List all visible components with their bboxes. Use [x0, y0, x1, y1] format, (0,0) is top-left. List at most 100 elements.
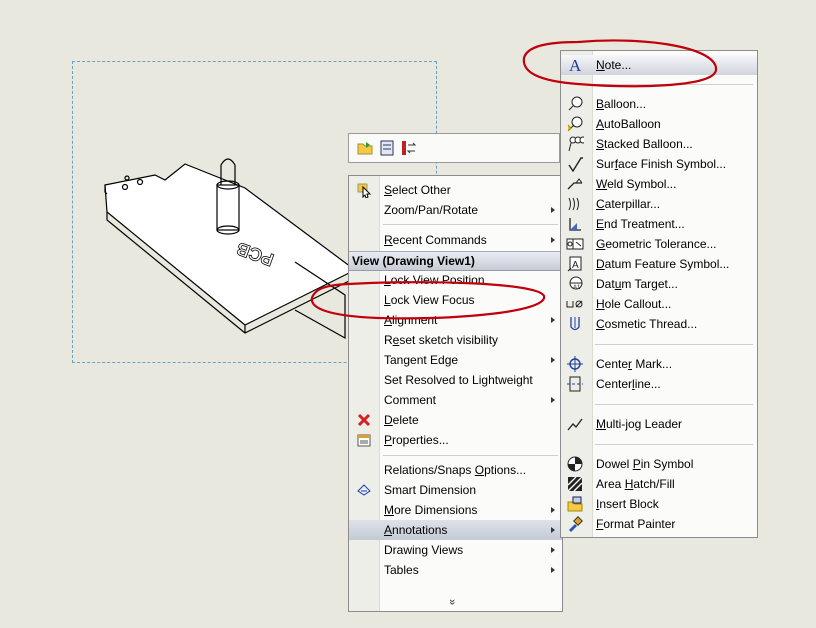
- datum-feature-icon: A: [566, 256, 584, 272]
- surface-finish-icon: [566, 156, 584, 172]
- sub-item-weld-symbol[interactable]: Weld Symbol...: [561, 174, 757, 194]
- sub-item-label: Area Hatch/Fill: [596, 477, 675, 491]
- sub-item-end-treatment[interactable]: End Treatment...: [561, 214, 757, 234]
- menu-separator: [595, 444, 753, 445]
- sub-item-centerline[interactable]: Centerline...: [561, 374, 757, 394]
- menu-item-label: Tables: [384, 563, 419, 577]
- zoom-sheet-icon[interactable]: [377, 138, 397, 158]
- menu-separator: [383, 455, 558, 456]
- menu-item-label: Annotations: [384, 523, 448, 537]
- sub-item-hole-callout[interactable]: Hole Callout...: [561, 294, 757, 314]
- menu-item-set-resolved[interactable]: Set Resolved to Lightweight: [349, 370, 562, 390]
- menu-item-more-dimensions[interactable]: More Dimensions: [349, 500, 562, 520]
- menu-separator: [595, 344, 753, 345]
- menu-item-label: Set Resolved to Lightweight: [384, 373, 533, 387]
- hole-callout-icon: [566, 296, 584, 312]
- svg-text:A: A: [572, 260, 579, 271]
- sub-item-label: End Treatment...: [596, 217, 685, 231]
- sub-item-label: Stacked Balloon...: [596, 137, 693, 151]
- sub-item-stacked-balloon[interactable]: Stacked Balloon...: [561, 134, 757, 154]
- menu-item-label: Select Other: [384, 183, 451, 197]
- menu-item-delete[interactable]: Delete: [349, 410, 562, 430]
- menu-section-header: View (Drawing View1): [349, 251, 562, 271]
- menu-item-zoom-pan-rotate[interactable]: Zoom/Pan/Rotate: [349, 200, 562, 220]
- menu-item-reset-sketch-visibility[interactable]: Reset sketch visibility: [349, 330, 562, 350]
- sub-item-label: Centerline...: [596, 377, 661, 391]
- svg-text:A1: A1: [573, 285, 581, 291]
- menu-item-properties[interactable]: Properties...: [349, 430, 562, 450]
- menu-separator: [595, 404, 753, 405]
- menu-item-comment[interactable]: Comment: [349, 390, 562, 410]
- caterpillar-icon: [566, 196, 584, 212]
- menu-item-tables[interactable]: Tables: [349, 560, 562, 580]
- sub-item-label: Multi-jog Leader: [596, 417, 683, 431]
- submenu-arrow-icon: [551, 237, 555, 243]
- menu-item-label: Drawing Views: [384, 543, 464, 557]
- menu-item-label: Zoom/Pan/Rotate: [384, 203, 479, 217]
- sub-item-multi-jog-leader[interactable]: Multi-jog Leader: [561, 414, 757, 434]
- sub-item-label: Center Mark...: [596, 357, 673, 371]
- sub-item-caterpillar[interactable]: Caterpillar...: [561, 194, 757, 214]
- menu-item-tangent-edge[interactable]: Tangent Edge: [349, 350, 562, 370]
- sub-item-label: Balloon...: [596, 97, 647, 111]
- sub-item-datum-target[interactable]: A1 Datum Target...: [561, 274, 757, 294]
- menu-item-recent-commands[interactable]: Recent Commands: [349, 230, 562, 250]
- weld-symbol-icon: [566, 176, 584, 192]
- menu-item-label: Smart Dimension: [384, 483, 477, 497]
- sub-item-label: Hole Callout...: [596, 297, 672, 311]
- sub-item-label: Geometric Tolerance...: [596, 237, 717, 251]
- sub-item-balloon[interactable]: Balloon...: [561, 94, 757, 114]
- menu-item-select-other[interactable]: Select Other: [349, 180, 562, 200]
- menu-item-label: Reset sketch visibility: [384, 333, 499, 347]
- menu-item-drawing-views[interactable]: Drawing Views: [349, 540, 562, 560]
- menu-item-label: Properties...: [384, 433, 449, 447]
- submenu-arrow-icon: [551, 317, 555, 323]
- sub-item-label: Cosmetic Thread...: [596, 317, 698, 331]
- sub-item-label: Insert Block: [596, 497, 659, 511]
- centerline-icon: [566, 376, 584, 392]
- annotations-submenu: A Note... Balloon... AutoBalloon Stacked…: [560, 50, 758, 538]
- properties-icon: [355, 432, 373, 448]
- submenu-arrow-icon: [551, 507, 555, 513]
- submenu-arrow-icon: [551, 547, 555, 553]
- sub-item-autoballoon[interactable]: AutoBalloon: [561, 114, 757, 134]
- sub-item-label: Format Painter: [596, 517, 676, 531]
- sub-item-center-mark[interactable]: Center Mark...: [561, 354, 757, 374]
- area-hatch-icon: [566, 476, 584, 492]
- delete-x-icon: [355, 412, 373, 428]
- insert-block-icon: [566, 496, 584, 512]
- highlight-ellipse-lock-view-focus: [310, 281, 546, 320]
- sub-item-surface-finish[interactable]: Surface Finish Symbol...: [561, 154, 757, 174]
- multi-jog-leader-icon: [566, 416, 584, 432]
- sub-item-datum-feature[interactable]: A Datum Feature Symbol...: [561, 254, 757, 274]
- submenu-arrow-icon: [551, 207, 555, 213]
- geometric-tolerance-icon: [566, 236, 584, 252]
- submenu-arrow-icon: [551, 397, 555, 403]
- select-arrow-icon: [355, 182, 373, 198]
- end-treatment-icon: [566, 216, 584, 232]
- sub-item-format-painter[interactable]: Format Painter: [561, 514, 757, 534]
- sub-item-label: Dowel Pin Symbol: [596, 457, 694, 471]
- menu-separator: [383, 224, 558, 225]
- smart-dimension-icon: [355, 482, 373, 498]
- swap-icon[interactable]: [399, 138, 419, 158]
- context-menu: Select Other Zoom/Pan/Rotate Recent Comm…: [348, 175, 563, 612]
- sub-item-cosmetic-thread[interactable]: Cosmetic Thread...: [561, 314, 757, 334]
- expand-menu-chevron-icon[interactable]: »: [446, 599, 458, 605]
- menu-item-relations-snaps[interactable]: Relations/Snaps Options...: [349, 460, 562, 480]
- submenu-arrow-icon: [551, 357, 555, 363]
- menu-item-label: Relations/Snaps Options...: [384, 463, 527, 477]
- sub-item-label: AutoBalloon: [596, 117, 661, 131]
- menu-item-label: More Dimensions: [384, 503, 478, 517]
- menu-item-label: Recent Commands: [384, 233, 487, 247]
- sub-item-geometric-tolerance[interactable]: Geometric Tolerance...: [561, 234, 757, 254]
- sub-item-area-hatch[interactable]: Area Hatch/Fill: [561, 474, 757, 494]
- menu-item-smart-dimension[interactable]: Smart Dimension: [349, 480, 562, 500]
- dowel-pin-icon: [566, 456, 584, 472]
- menu-item-annotations[interactable]: Annotations: [349, 520, 562, 540]
- open-folder-icon[interactable]: [355, 138, 375, 158]
- sub-item-dowel-pin[interactable]: Dowel Pin Symbol: [561, 454, 757, 474]
- menu-item-label: Delete: [384, 413, 419, 427]
- format-painter-icon: [566, 516, 584, 532]
- sub-item-insert-block[interactable]: Insert Block: [561, 494, 757, 514]
